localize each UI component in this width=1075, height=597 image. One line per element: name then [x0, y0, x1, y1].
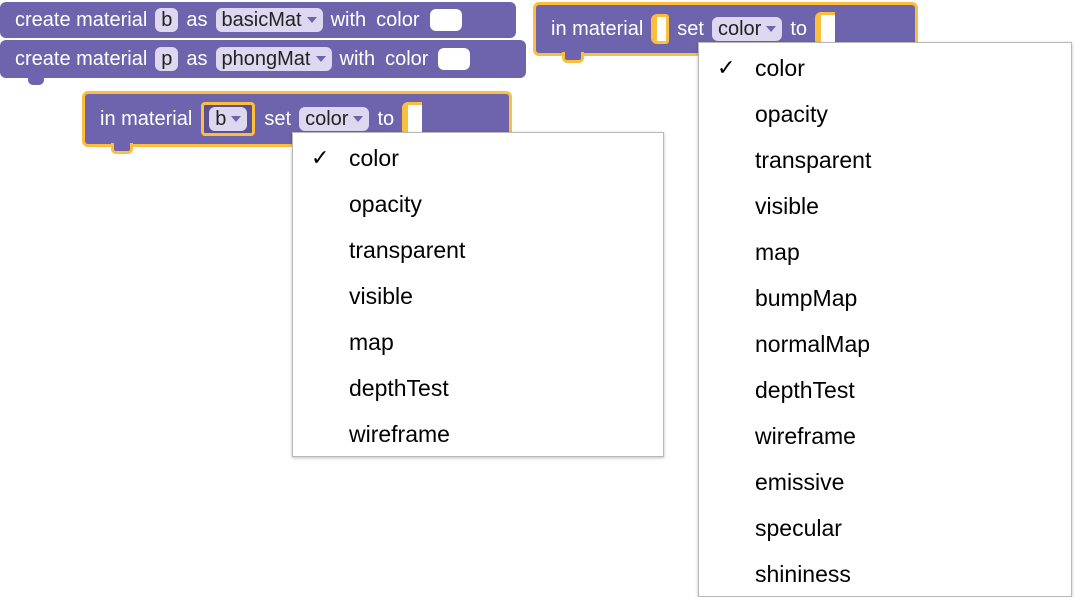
- dropdown-arrow-icon: [306, 17, 317, 23]
- color-swatch[interactable]: [438, 48, 471, 70]
- menu-item-depthTest[interactable]: depthTest: [293, 365, 663, 411]
- menu-item-bumpMap[interactable]: bumpMap: [699, 275, 1071, 321]
- dropdown-arrow-icon: [315, 56, 326, 62]
- to-label: to: [790, 18, 807, 40]
- menu-item-shininess[interactable]: shininess: [699, 551, 1071, 597]
- block-connector-nub: [562, 52, 584, 63]
- with-label: with: [339, 48, 376, 70]
- menu-item-visible[interactable]: visible: [699, 183, 1071, 229]
- variable-field-p[interactable]: p: [155, 47, 179, 71]
- menu-item-label: transparent: [349, 237, 466, 263]
- in-material-label: in material: [551, 18, 644, 40]
- menu-item-label: color: [349, 145, 399, 171]
- color-label: color: [376, 9, 420, 31]
- in-material-label: in material: [100, 108, 193, 130]
- dropdown-arrow-icon: [231, 116, 242, 122]
- set-label: set: [264, 108, 292, 130]
- dropdown-arrow-icon: [766, 26, 777, 32]
- menu-item-label: depthTest: [755, 377, 855, 403]
- create-material-label: create material: [15, 48, 148, 70]
- menu-item-label: specular: [755, 515, 842, 541]
- menu-item-label: opacity: [755, 101, 828, 127]
- checkmark-icon: ✓: [717, 55, 736, 80]
- create-material-label: create material: [15, 9, 148, 31]
- menu-item-opacity[interactable]: opacity: [293, 181, 663, 227]
- menu-item-label: wireframe: [755, 423, 856, 449]
- material-type-value: basicMat: [221, 9, 302, 31]
- color-label: color: [385, 48, 429, 70]
- to-label: to: [377, 108, 395, 130]
- menu-item-label: depthTest: [349, 375, 449, 401]
- material-input-slot[interactable]: b: [201, 102, 256, 136]
- menu-item-label: transparent: [755, 147, 872, 173]
- menu-item-label: shininess: [755, 561, 851, 587]
- set-label: set: [677, 18, 704, 40]
- property-value: color: [305, 108, 349, 130]
- menu-item-wireframe[interactable]: wireframe: [699, 413, 1071, 459]
- as-label: as: [186, 48, 208, 70]
- variable-field-b[interactable]: b: [155, 8, 179, 32]
- menu-item-label: color: [755, 55, 805, 81]
- menu-item-label: visible: [755, 193, 819, 219]
- value-input-socket[interactable]: [815, 12, 835, 46]
- menu-item-label: wireframe: [349, 421, 450, 447]
- property-dropdown[interactable]: color: [299, 107, 370, 131]
- menu-item-label: map: [349, 329, 394, 355]
- create-material-block-p[interactable]: create material p as phongMat with color: [0, 40, 526, 85]
- variable-value: b: [215, 108, 227, 130]
- property-dropdown[interactable]: color: [711, 17, 783, 41]
- menu-item-visible[interactable]: visible: [293, 273, 663, 319]
- menu-item-map[interactable]: map: [699, 229, 1071, 275]
- menu-item-label: emissive: [755, 469, 845, 495]
- menu-item-opacity[interactable]: opacity: [699, 91, 1071, 137]
- menu-item-emissive[interactable]: emissive: [699, 459, 1071, 505]
- menu-item-map[interactable]: map: [293, 319, 663, 365]
- menu-item-transparent[interactable]: transparent: [699, 137, 1071, 183]
- property-value: color: [717, 18, 762, 40]
- variable-name: p: [161, 48, 173, 70]
- create-material-block-b[interactable]: create material b as basicMat with color: [0, 2, 516, 38]
- menu-item-label: visible: [349, 283, 413, 309]
- material-type-value: phongMat: [221, 48, 311, 70]
- menu-item-normalMap[interactable]: normalMap: [699, 321, 1071, 367]
- property-dropdown-menu-right: ✓ color opacity transparent visible map bumpMa…: [698, 42, 1072, 597]
- property-dropdown-menu-left: ✓ color opacity transparent visible map depthT…: [292, 132, 664, 457]
- with-label: with: [330, 9, 367, 31]
- menu-item-label: opacity: [349, 191, 422, 217]
- dropdown-arrow-icon: [353, 116, 364, 122]
- checkmark-icon: ✓: [311, 145, 330, 170]
- menu-item-label: map: [755, 239, 800, 265]
- menu-item-label: normalMap: [755, 331, 871, 357]
- menu-item-label: bumpMap: [755, 285, 858, 311]
- value-input-socket[interactable]: [402, 102, 423, 136]
- variable-name: b: [161, 9, 173, 31]
- menu-item-specular[interactable]: specular: [699, 505, 1071, 551]
- variable-dropdown[interactable]: b: [209, 107, 248, 131]
- material-type-dropdown[interactable]: phongMat: [215, 47, 332, 71]
- menu-item-wireframe[interactable]: wireframe: [293, 411, 663, 457]
- menu-item-color[interactable]: ✓ color: [293, 135, 663, 181]
- menu-item-depthTest[interactable]: depthTest: [699, 367, 1071, 413]
- material-input-socket[interactable]: [651, 14, 670, 44]
- material-type-dropdown[interactable]: basicMat: [215, 8, 323, 32]
- menu-item-transparent[interactable]: transparent: [293, 227, 663, 273]
- block-connector-nub: [28, 77, 44, 85]
- as-label: as: [186, 9, 208, 31]
- color-swatch[interactable]: [429, 9, 462, 31]
- block-connector-nub: [111, 143, 133, 154]
- menu-item-color[interactable]: ✓ color: [699, 45, 1071, 91]
